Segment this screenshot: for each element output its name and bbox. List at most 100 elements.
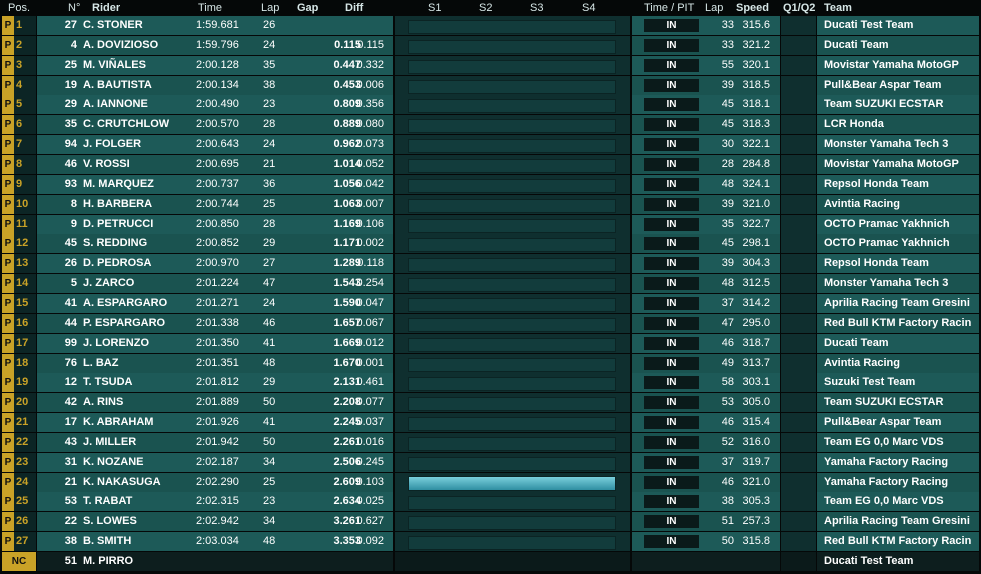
top-speed: 298.1 (742, 237, 770, 250)
position-flag: P (2, 16, 14, 35)
best-lap: 34 (263, 455, 276, 468)
top-speed: 305.0 (742, 396, 770, 409)
best-time: 2:01.889 (196, 396, 239, 409)
table-row[interactable]: P 5 29 A. IANNONE 2:00.490 23 0.809 0.356 IN 45 31… (0, 95, 981, 115)
table-row[interactable]: P 17 99 J. LORENZO 2:01.350 41 1.669 0.012 IN 46 3… (0, 333, 981, 353)
sector-track (408, 39, 616, 54)
best-time: 2:02.187 (196, 455, 239, 468)
diff-value: 0.042 (356, 177, 384, 190)
pit-badge: IN (644, 296, 699, 310)
laps-count: 55 (721, 58, 734, 71)
position-flag: P (2, 75, 14, 95)
rider-number: 46 (64, 158, 77, 170)
table-row[interactable]: P 15 41 A. ESPARGARO 2:01.271 24 1.590 0.047 IN 3… (0, 293, 981, 313)
best-time: 2:03.034 (196, 535, 239, 548)
table-row[interactable]: P 12 45 S. REDDING 2:00.852 29 1.171 0.002 IN 45 2… (0, 234, 981, 254)
position-number: 22 (14, 432, 36, 452)
best-lap: 34 (263, 515, 276, 528)
position-number: 6 (14, 115, 36, 135)
table-row[interactable]: P 14 5 J. ZARCO 2:01.224 47 1.543 0.254 IN 48 312.… (0, 274, 981, 294)
sector-track (408, 475, 616, 491)
rider-name: T. TSUDA (83, 376, 133, 389)
table-row[interactable]: P 9 93 M. MARQUEZ 2:00.737 36 1.056 0.042 IN 48 32… (0, 174, 981, 194)
rider-name: J. ZARCO (83, 277, 135, 290)
rider-info: 76 L. BAZ 2:01.351 48 1.670 0.001 (37, 353, 393, 373)
best-lap: 36 (263, 177, 276, 190)
rider-info: 51 M. PIRRO (37, 552, 393, 571)
pit-badge: IN (644, 435, 699, 449)
table-row[interactable]: P 18 76 L. BAZ 2:01.351 48 1.670 0.001 IN 49 313.7… (0, 353, 981, 373)
rider-name: C. CRUTCHLOW (83, 118, 170, 131)
rider-number: 76 (64, 356, 77, 369)
best-lap: 28 (263, 217, 276, 230)
table-row[interactable]: P 22 43 J. MILLER 2:01.942 50 2.261 0.016 IN 52 31… (0, 432, 981, 452)
rider-info: 22 S. LOWES 2:02.942 34 3.261 0.627 (37, 512, 393, 532)
table-row[interactable]: P 7 94 J. FOLGER 2:00.643 24 0.962 0.073 IN 30 322… (0, 135, 981, 155)
table-row[interactable]: P 13 26 D. PEDROSA 2:00.970 27 1.289 0.118 IN 39 3… (0, 254, 981, 274)
sector-progress (395, 115, 630, 135)
rider-number: 93 (64, 177, 77, 190)
rider-number: 9 (70, 217, 77, 230)
best-lap: 24 (263, 38, 276, 51)
sector-track (408, 297, 616, 312)
best-lap: 24 (263, 138, 276, 151)
position-flag: P (2, 115, 14, 135)
top-speed: 314.2 (742, 296, 770, 309)
diff-value: 0.037 (356, 416, 384, 428)
diff-value: 0.092 (356, 535, 384, 548)
sector-progress (395, 393, 630, 413)
rider-number: 8 (70, 197, 77, 210)
table-row[interactable]: P 27 38 B. SMITH 2:03.034 48 3.353 0.092 IN 50 315… (0, 532, 981, 552)
sector-progress (395, 194, 630, 214)
top-speed: 257.3 (742, 515, 770, 528)
table-row[interactable]: P 10 8 H. BARBERA 2:00.744 25 1.063 0.007 IN 39 32… (0, 194, 981, 214)
table-row[interactable]: P 8 46 V. ROSSI 2:00.695 21 1.014 0.052 IN 28 284.… (0, 155, 981, 174)
pit-status: IN 37 319.7 (632, 452, 780, 472)
pit-status: IN 46 315.4 (632, 413, 780, 432)
sector-progress (395, 512, 630, 532)
table-row[interactable]: P 3 25 M. VIÑALES 2:00.128 35 0.447 0.332 IN 55 32… (0, 55, 981, 75)
table-row[interactable]: P 21 17 K. ABRAHAM 2:01.926 41 2.245 0.037 IN 46 3… (0, 413, 981, 432)
table-row[interactable]: P 19 12 T. TSUDA 2:01.812 29 2.131 0.461 IN 58 303… (0, 373, 981, 393)
team-name: Yamaha Factory Racing (817, 452, 979, 472)
table-row[interactable]: P 24 21 K. NAKASUGA 2:02.290 25 2.609 0.103 IN 46… (0, 472, 981, 492)
q1q2-cell (781, 75, 816, 95)
sector-progress (395, 214, 630, 234)
position-flag: P (2, 393, 14, 413)
table-row[interactable]: P 11 9 D. PETRUCCI 2:00.850 28 1.169 0.106 IN 35 3… (0, 214, 981, 234)
sector-track (408, 337, 616, 352)
position-number: 17 (14, 333, 36, 353)
position-number: 4 (14, 75, 36, 95)
rider-name: S. LOWES (83, 515, 137, 528)
table-row[interactable]: P 20 42 A. RINS 2:01.889 50 2.208 0.077 IN 53 305.… (0, 393, 981, 413)
table-row[interactable]: P 23 31 K. NOZANE 2:02.187 34 2.506 0.245 IN 37 31… (0, 452, 981, 472)
sector-track (408, 99, 616, 114)
rider-number: 21 (64, 475, 77, 488)
table-row-nc[interactable]: NC 51 M. PIRRO Ducati Test Team (0, 552, 981, 571)
sector-track (408, 456, 616, 471)
diff-value: 0.356 (356, 98, 384, 111)
best-lap: 50 (263, 396, 276, 409)
laps-count: 45 (721, 237, 734, 250)
table-row[interactable]: P 16 44 P. ESPARGARO 2:01.338 46 1.657 0.067 IN 4… (0, 313, 981, 333)
pit-badge: IN (644, 58, 699, 72)
table-row[interactable]: P 26 22 S. LOWES 2:02.942 34 3.261 0.627 IN 51 257… (0, 512, 981, 532)
rider-name: J. MILLER (83, 435, 137, 448)
table-row[interactable]: P 4 19 A. BAUTISTA 2:00.134 38 0.453 0.006 IN 39 3… (0, 75, 981, 95)
rider-info: 17 K. ABRAHAM 2:01.926 41 2.245 0.037 (37, 413, 393, 432)
table-row[interactable]: P 2 4 A. DOVIZIOSO 1:59.796 24 0.115 0.115 IN 33 3… (0, 35, 981, 55)
pit-badge: IN (644, 336, 699, 350)
table-row[interactable]: P 1 27 C. STONER 1:59.681 26 IN 33 315.6 Ducati T… (0, 16, 981, 35)
sector-track (408, 20, 616, 34)
table-row[interactable]: P 6 35 C. CRUTCHLOW 2:00.570 28 0.889 0.080 IN 45… (0, 115, 981, 135)
rider-info: 19 A. BAUTISTA 2:00.134 38 0.453 0.006 (37, 75, 393, 95)
best-lap: 25 (263, 197, 276, 210)
team-name: Team SUZUKI ECSTAR (817, 393, 979, 413)
table-row[interactable]: P 25 53 T. RABAT 2:02.315 23 2.634 0.025 IN 38 305… (0, 492, 981, 512)
pit-badge: IN (644, 535, 699, 549)
sector-track (408, 377, 616, 392)
diff-value: 0.461 (356, 376, 384, 389)
best-time: 2:01.338 (196, 316, 239, 329)
sector-progress (395, 413, 630, 432)
team-name: Monster Yamaha Tech 3 (817, 135, 979, 155)
